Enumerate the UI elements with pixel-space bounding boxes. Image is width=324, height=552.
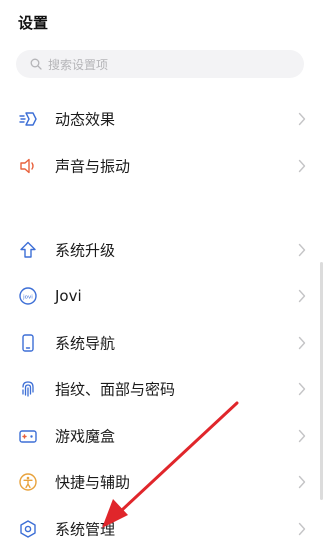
fingerprint-icon xyxy=(17,378,39,400)
menu-item-motion-effects[interactable]: 动态效果 xyxy=(0,96,324,142)
menu-item-shortcuts-accessibility[interactable]: 快捷与辅助 xyxy=(0,459,324,505)
accessibility-icon xyxy=(17,471,39,493)
search-input[interactable]: 搜索设置项 xyxy=(16,50,304,78)
page-title: 设置 xyxy=(18,14,49,32)
chevron-right-icon xyxy=(298,289,306,303)
search-placeholder: 搜索设置项 xyxy=(48,57,109,72)
chevron-right-icon xyxy=(298,243,306,257)
upgrade-arrow-icon xyxy=(17,239,39,261)
menu-item-sound-vibration[interactable]: 声音与振动 xyxy=(0,143,324,189)
chevron-right-icon xyxy=(298,429,306,443)
chevron-right-icon xyxy=(298,112,306,126)
chevron-right-icon xyxy=(298,159,306,173)
menu-item-system-management[interactable]: 系统管理 xyxy=(0,506,324,552)
speaker-icon xyxy=(17,155,39,177)
chevron-right-icon xyxy=(298,336,306,350)
menu-item-label: 系统管理 xyxy=(55,520,116,539)
search-icon xyxy=(30,58,42,70)
menu-item-jovi[interactable]: jovi Jovi xyxy=(0,273,324,319)
menu-item-label: Jovi xyxy=(55,287,82,305)
menu-item-label: 系统升级 xyxy=(55,241,116,260)
menu-item-system-navigation[interactable]: 系统导航 xyxy=(0,320,324,366)
menu-item-label: 动态效果 xyxy=(55,110,116,129)
motion-effect-icon xyxy=(17,108,39,130)
menu-item-game-box[interactable]: 游戏魔盒 xyxy=(0,413,324,459)
menu-item-label: 游戏魔盒 xyxy=(55,427,116,446)
menu-item-label: 声音与振动 xyxy=(55,157,131,176)
chevron-right-icon xyxy=(298,475,306,489)
menu-item-label: 快捷与辅助 xyxy=(55,473,131,492)
menu-item-fingerprint-face-password[interactable]: 指纹、面部与密码 xyxy=(0,366,324,412)
menu-item-system-upgrade[interactable]: 系统升级 xyxy=(0,227,324,273)
scrollbar[interactable] xyxy=(320,262,323,500)
chevron-right-icon xyxy=(298,382,306,396)
game-box-icon xyxy=(17,425,39,447)
menu-item-label: 指纹、面部与密码 xyxy=(55,380,176,399)
chevron-right-icon xyxy=(298,522,306,536)
svg-text:jovi: jovi xyxy=(22,294,33,300)
jovi-icon: jovi xyxy=(17,285,39,307)
system-management-icon xyxy=(17,518,39,540)
phone-navigation-icon xyxy=(17,332,39,354)
menu-item-label: 系统导航 xyxy=(55,334,116,353)
